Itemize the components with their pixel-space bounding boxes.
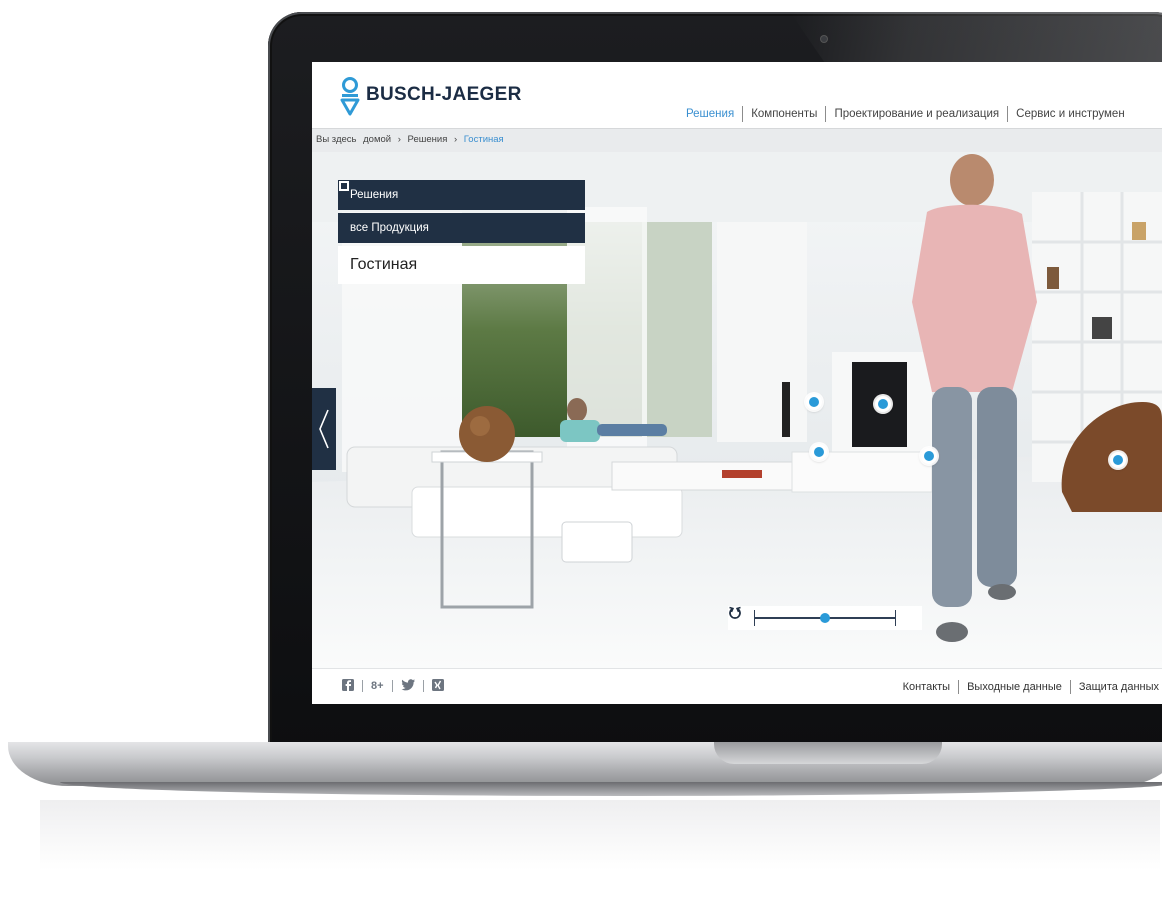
laptop-screen: BUSCH-JAEGER Решения Компоненты Проектир…	[312, 62, 1162, 704]
panel-link-solutions[interactable]: Решения	[338, 180, 585, 210]
footer-link-imprint[interactable]: Выходные данные	[959, 681, 1070, 693]
site-footer: 8+ Контакты Выходные данные Защита данны…	[312, 668, 1162, 704]
breadcrumb-link-home[interactable]: домой	[363, 134, 391, 145]
breadcrumb-link-solutions[interactable]: Решения	[408, 134, 448, 145]
nav-item-solutions[interactable]: Решения	[686, 106, 742, 122]
product-square-icon	[339, 181, 349, 191]
brand-name[interactable]: BUSCH-JAEGER	[366, 84, 522, 106]
footer-links: Контакты Выходные данные Защита данных	[895, 680, 1162, 694]
breadcrumb: Вы здесь домой › Решения › Гостиная	[312, 128, 1162, 153]
product-hotspot[interactable]	[811, 444, 827, 460]
product-hotspot[interactable]	[806, 394, 822, 410]
laptop-reflection	[40, 800, 1160, 900]
breadcrumb-current: Гостиная	[463, 134, 504, 145]
panel-link-solutions-label: Решения	[350, 189, 399, 201]
laptop-opening-notch	[714, 742, 942, 764]
nav-item-components[interactable]: Компоненты	[743, 106, 825, 122]
breadcrumb-prefix: Вы здесь	[316, 134, 357, 145]
prev-room-button[interactable]	[312, 388, 336, 470]
twitter-icon[interactable]	[393, 679, 423, 693]
rotate-right-icon	[729, 606, 741, 619]
product-hotspot[interactable]	[875, 396, 891, 412]
nav-item-planning[interactable]: Проектирование и реализация	[826, 106, 1007, 122]
footer-link-privacy[interactable]: Защита данных	[1071, 681, 1162, 693]
product-hotspot[interactable]	[1110, 452, 1126, 468]
slider-end-cap	[895, 610, 896, 626]
breadcrumb-separator: ›	[453, 134, 458, 145]
navigation-panel: Решения все Продукция Гостиная	[338, 180, 585, 284]
social-links: 8+	[334, 679, 452, 693]
chevron-left-icon	[319, 409, 329, 449]
panel-link-all-products[interactable]: все Продукция	[338, 181, 585, 243]
laptop-base-edge	[60, 782, 1162, 796]
slider-handle[interactable]	[820, 613, 830, 623]
rotation-control	[728, 606, 922, 630]
product-hotspot[interactable]	[921, 448, 937, 464]
panel-link-all-products-label: все Продукция	[350, 222, 429, 234]
room-title: Гостиная	[338, 246, 585, 284]
xing-icon[interactable]	[424, 679, 452, 693]
breadcrumb-separator: ›	[397, 134, 401, 145]
living-room-scene: Решения все Продукция Гостиная	[312, 152, 1162, 668]
busch-jaeger-logo-icon[interactable]	[340, 76, 360, 116]
webcam-icon	[821, 36, 827, 42]
nav-item-service[interactable]: Сервис и инструмен	[1008, 106, 1133, 122]
facebook-icon[interactable]	[334, 679, 362, 693]
laptop-base	[8, 742, 1162, 786]
google-plus-icon[interactable]: 8+	[363, 679, 392, 693]
main-nav: Решения Компоненты Проектирование и реал…	[686, 106, 1133, 122]
rotation-slider[interactable]	[754, 606, 896, 630]
footer-link-contacts[interactable]: Контакты	[895, 681, 959, 693]
site-header: BUSCH-JAEGER Решения Компоненты Проектир…	[312, 62, 1162, 128]
